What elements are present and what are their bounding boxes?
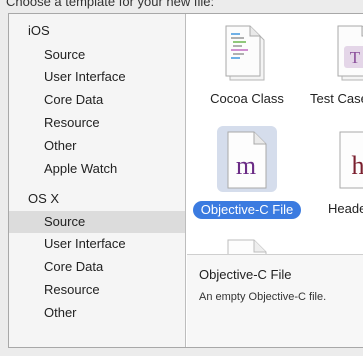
sidebar-item-osx-source[interactable]: Source xyxy=(9,211,185,233)
template-label: Cocoa Class xyxy=(210,91,284,106)
detail-title: Objective-C File xyxy=(199,267,292,282)
cocoa-class-file-icon xyxy=(224,24,270,84)
template-cocoa-class[interactable]: Cocoa Class xyxy=(187,22,307,112)
sidebar-item-osx-other[interactable]: Other xyxy=(9,302,185,324)
template-chooser: iOS Source User Interface Core Data Reso… xyxy=(8,13,363,348)
template-partial[interactable] xyxy=(187,236,307,256)
template-label: Test Case Class xyxy=(310,91,363,106)
platform-sidebar: iOS Source User Interface Core Data Reso… xyxy=(9,14,186,347)
sidebar-item-osx-user-interface[interactable]: User Interface xyxy=(9,233,185,255)
sidebar-item-osx-core-data[interactable]: Core Data xyxy=(9,256,185,278)
section-heading-ios: iOS xyxy=(28,23,50,38)
template-label-selected: Objective-C File xyxy=(187,201,307,219)
sidebar-item-osx-resource[interactable]: Resource xyxy=(9,279,185,301)
svg-text:m: m xyxy=(236,151,256,180)
svg-text:h: h xyxy=(352,151,363,180)
detail-description: An empty Objective-C file. xyxy=(199,291,327,303)
sidebar-item-ios-user-interface[interactable]: User Interface xyxy=(9,66,185,88)
template-objective-c-file[interactable]: m Objective-C File xyxy=(187,124,307,224)
selected-label: Objective-C File xyxy=(192,201,302,219)
header-h-file-icon: h xyxy=(336,130,363,190)
svg-text:T: T xyxy=(350,48,361,67)
test-case-file-icon: T xyxy=(336,24,363,84)
sidebar-item-ios-apple-watch[interactable]: Apple Watch xyxy=(9,158,185,180)
dialog-prompt: Choose a template for your new file: xyxy=(6,0,215,9)
template-description-pane: Objective-C File An empty Objective-C fi… xyxy=(187,254,363,347)
sidebar-item-ios-core-data[interactable]: Core Data xyxy=(9,89,185,111)
template-label: Header File xyxy=(328,201,363,216)
section-heading-osx: OS X xyxy=(28,191,60,206)
objective-c-m-file-icon: m xyxy=(224,130,270,190)
template-test-case-class[interactable]: T Test Case Class xyxy=(299,22,363,112)
sidebar-item-ios-other[interactable]: Other xyxy=(9,135,185,157)
sidebar-item-ios-source[interactable]: Source xyxy=(9,44,185,66)
template-header-file[interactable]: h Header File xyxy=(299,124,363,224)
sidebar-item-ios-resource[interactable]: Resource xyxy=(9,112,185,134)
